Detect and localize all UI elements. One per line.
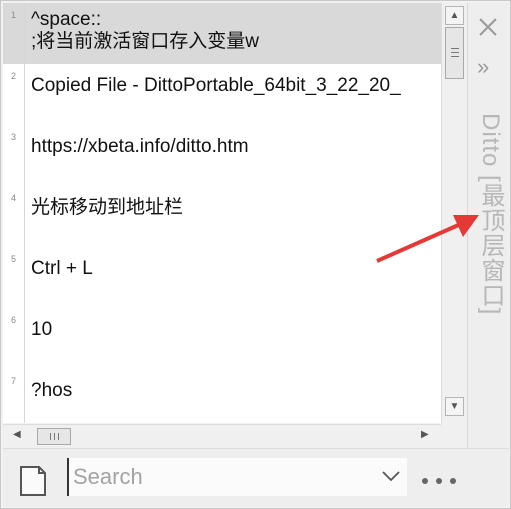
grip-line [451, 48, 459, 49]
chevron-down-icon[interactable] [381, 469, 401, 483]
clip-text: 光标移动到地址栏 [31, 197, 184, 218]
clip-row-2[interactable]: 2 Copied File - DittoPortable_64bit_3_22… [3, 64, 441, 125]
clip-list[interactable]: 1 ^space:: ;将当前激活窗口存入变量w 2 Copied File -… [3, 3, 441, 423]
ditto-window: 1 ^space:: ;将当前激活窗口存入变量w 2 Copied File -… [0, 0, 511, 509]
clip-text: ^space:: ;将当前激活窗口存入变量w [31, 9, 439, 53]
clip-text: Copied File - DittoPortable_64bit_3_22_2… [31, 75, 401, 96]
horizontal-scroll-thumb[interactable] [37, 428, 71, 445]
clip-text: Ctrl + L [31, 258, 93, 279]
scroll-right-icon[interactable]: ▶ [421, 429, 429, 440]
clip-row-3[interactable]: 3 https://xbeta.info/ditto.htm [3, 125, 441, 186]
grip-line [50, 433, 51, 440]
clip-text: 10 [31, 319, 53, 340]
clip-row-6[interactable]: 6 10 [3, 308, 441, 369]
double-chevron-right-icon[interactable]: » [477, 56, 489, 78]
side-panel: » Ditto [最顶层窗口] [467, 3, 509, 448]
grip-line [451, 52, 459, 53]
clip-properties-icon[interactable] [19, 465, 47, 497]
grip-line [58, 433, 59, 440]
clip-text: ?hos [31, 380, 73, 401]
clip-text: https://xbeta.info/ditto.htm [31, 136, 249, 157]
vertical-scrollbar[interactable]: ▲ ▼ [441, 3, 467, 423]
clip-text-line-1: ^space:: [31, 9, 102, 30]
clip-row-5[interactable]: 5 Ctrl + L [3, 247, 441, 308]
clip-index: 1 [11, 10, 17, 20]
horizontal-scrollbar[interactable]: ◀ ▶ [3, 424, 441, 448]
clip-row-4[interactable]: 4 光标移动到地址栏 [3, 186, 441, 247]
grip-line [451, 56, 459, 57]
search-bar [3, 448, 509, 507]
clip-text-line-2: ;将当前激活窗口存入变量w [31, 31, 260, 52]
window-title-vertical: Ditto [最顶层窗口] [477, 113, 504, 316]
clip-row-7[interactable]: 7 ?hos [3, 369, 441, 423]
scrollbar-corner [441, 424, 467, 448]
close-icon[interactable] [476, 15, 500, 39]
clip-index: 4 [11, 193, 17, 203]
search-input[interactable] [67, 458, 407, 496]
clip-index: 7 [11, 376, 17, 386]
more-options-icon[interactable] [421, 477, 461, 485]
vertical-scroll-thumb[interactable] [445, 27, 464, 79]
clip-index: 3 [11, 132, 17, 142]
scroll-down-button[interactable]: ▼ [445, 397, 464, 416]
clip-row-1[interactable]: 1 ^space:: ;将当前激活窗口存入变量w [3, 3, 441, 64]
clip-index: 5 [11, 254, 17, 264]
scroll-up-button[interactable]: ▲ [445, 6, 464, 25]
triangle-up-icon: ▲ [449, 10, 460, 21]
clip-index: 2 [11, 71, 17, 81]
grip-line [54, 433, 55, 440]
clip-index: 6 [11, 315, 17, 325]
scroll-left-icon[interactable]: ◀ [13, 429, 21, 440]
triangle-down-icon: ▼ [449, 401, 460, 412]
